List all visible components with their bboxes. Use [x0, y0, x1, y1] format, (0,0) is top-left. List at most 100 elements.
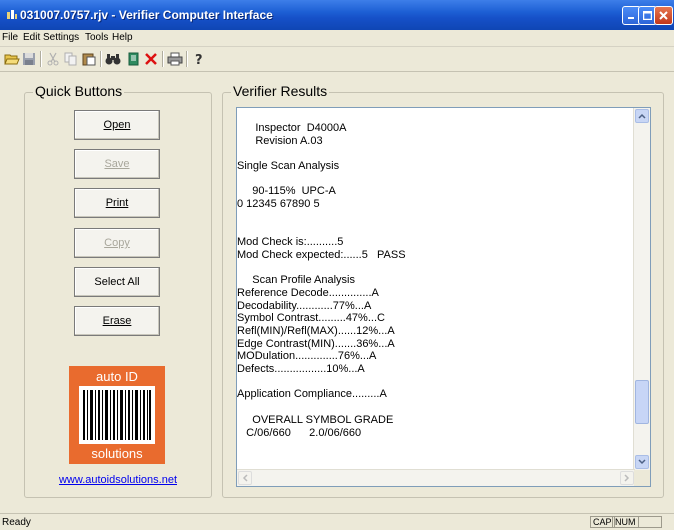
- print-button[interactable]: Print: [74, 188, 160, 218]
- toolbar-delete-button[interactable]: [142, 50, 160, 68]
- print-icon: [167, 52, 183, 66]
- scroll-corner: [634, 470, 650, 486]
- result-line: Symbol Contrast.........47%...C: [237, 312, 385, 325]
- app-icon: [7, 10, 17, 19]
- save-button-label: Save: [104, 158, 130, 170]
- status-bar: Ready CAP NUM: [0, 513, 674, 530]
- cut-icon: [47, 52, 59, 66]
- chevron-left-icon: [242, 474, 248, 482]
- toolbar-open-button[interactable]: [3, 50, 21, 68]
- status-text: Ready: [2, 517, 31, 528]
- toolbar: ?: [0, 47, 674, 72]
- scroll-up-button[interactable]: [635, 109, 649, 123]
- result-line: Inspector D4000A: [237, 122, 347, 134]
- horizontal-scrollbar[interactable]: [237, 469, 635, 486]
- result-line: Single Scan Analysis: [237, 160, 340, 173]
- svg-text:?: ?: [195, 53, 203, 66]
- document-icon: [128, 52, 139, 66]
- result-line: 90-115% UPC-A: [237, 185, 336, 198]
- toolbar-separator: [186, 51, 188, 67]
- result-line: [237, 211, 635, 224]
- website-link[interactable]: www.autoidsolutions.net: [40, 474, 196, 486]
- result-line: [237, 173, 635, 186]
- save-button[interactable]: Save: [74, 149, 160, 179]
- menu-settings[interactable]: Settings: [43, 32, 79, 43]
- toolbar-paste-button[interactable]: [80, 50, 98, 68]
- result-line: OVERALL SYMBOL GRADE: [237, 413, 394, 426]
- copy-button-label: Copy: [104, 237, 130, 249]
- result-line: MODulation..............76%...A: [237, 350, 377, 363]
- toolbar-separator: [40, 51, 42, 67]
- open-icon: [4, 54, 20, 65]
- close-icon: [659, 11, 668, 20]
- menu-help[interactable]: Help: [112, 32, 133, 43]
- help-icon: ?: [195, 53, 203, 66]
- results-text: Inspector D4000A Revision A.03 Single Sca…: [237, 122, 635, 439]
- result-line: [237, 401, 635, 414]
- result-line: Scan Profile Analysis: [237, 274, 355, 287]
- logo-top-text: auto ID: [96, 369, 138, 384]
- toolbar-cut-button[interactable]: [44, 50, 62, 68]
- minimize-icon: [628, 17, 634, 19]
- result-line: Application Compliance.........A: [237, 388, 387, 401]
- chevron-up-icon: [638, 113, 646, 119]
- maximize-icon: [643, 11, 652, 20]
- scroll-left-button[interactable]: [238, 471, 252, 485]
- toolbar-find-button[interactable]: [104, 50, 122, 68]
- select-all-button-label: Select All: [94, 276, 140, 288]
- result-line: Edge Contrast(MIN).......36%...A: [237, 337, 395, 350]
- select-all-button[interactable]: Select All: [74, 267, 160, 297]
- menu-tools[interactable]: Tools: [85, 32, 108, 43]
- logo-bottom-text: solutions: [91, 446, 143, 461]
- close-button[interactable]: [654, 6, 673, 25]
- result-line: Revision A.03: [237, 134, 323, 147]
- scroll-down-button[interactable]: [635, 455, 649, 469]
- result-line: Mod Check is:..........5: [237, 236, 344, 249]
- toolbar-separator: [100, 51, 102, 67]
- title-bar: 031007.0757.rjv - Verifier Computer Inte…: [0, 0, 674, 31]
- toolbar-separator: [162, 51, 164, 67]
- menu-file[interactable]: File: [2, 32, 18, 43]
- delete-icon: [145, 53, 157, 65]
- scroll-right-button[interactable]: [620, 471, 634, 485]
- chevron-down-icon: [638, 459, 646, 465]
- toolbar-print-button[interactable]: [166, 50, 184, 68]
- scroll-thumb[interactable]: [635, 380, 649, 424]
- verifier-results-title: Verifier Results: [231, 83, 330, 99]
- save-icon: [23, 53, 35, 65]
- status-panel: [638, 516, 662, 528]
- result-line: Mod Check expected:......5 PASS: [237, 248, 406, 261]
- result-line: Decodability............77%...A: [237, 299, 372, 312]
- num-indicator: NUM: [612, 516, 639, 528]
- erase-button-label: Erase: [102, 315, 132, 327]
- print-button-label: Print: [105, 197, 129, 209]
- copy-icon: [64, 52, 77, 66]
- open-button[interactable]: Open: [74, 110, 160, 140]
- cap-indicator: CAP: [590, 516, 615, 528]
- toolbar-copy-button[interactable]: [62, 50, 80, 68]
- result-line: Defects.................10%...A: [237, 363, 365, 376]
- vertical-scrollbar[interactable]: [633, 108, 650, 470]
- result-line: Refl(MIN)/Refl(MAX)......12%...A: [237, 325, 395, 337]
- barcode-icon: [79, 386, 155, 444]
- result-line: [237, 147, 635, 160]
- toolbar-help-button[interactable]: ?: [190, 50, 208, 68]
- chevron-right-icon: [624, 474, 630, 482]
- result-line: [237, 376, 635, 389]
- result-line: Reference Decode..............A: [237, 286, 379, 299]
- menu-edit[interactable]: Edit: [23, 32, 40, 43]
- open-button-label: Open: [103, 119, 131, 131]
- copy-button[interactable]: Copy: [74, 228, 160, 258]
- erase-button[interactable]: Erase: [74, 306, 160, 336]
- auto-id-logo: auto ID solutions: [69, 366, 165, 464]
- find-icon: [105, 54, 121, 65]
- window-title: 031007.0757.rjv - Verifier Computer Inte…: [20, 8, 273, 22]
- quick-buttons-title: Quick Buttons: [33, 83, 125, 99]
- result-line: 0 12345 67890 5: [237, 198, 320, 211]
- results-text-area[interactable]: Inspector D4000A Revision A.03 Single Sca…: [236, 107, 651, 487]
- result-line: [237, 224, 635, 237]
- paste-icon: [82, 53, 96, 66]
- toolbar-document-button[interactable]: [124, 50, 142, 68]
- menu-bar: File Edit Settings Tools Help: [0, 30, 674, 47]
- toolbar-save-button[interactable]: [20, 50, 38, 68]
